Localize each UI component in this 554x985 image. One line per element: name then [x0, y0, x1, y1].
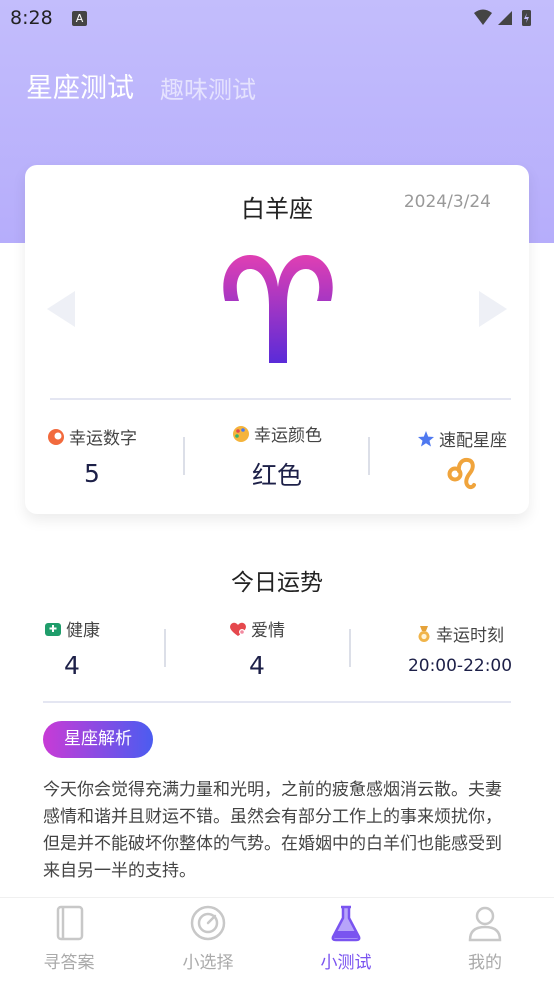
analysis-badge: 星座解析: [43, 721, 153, 758]
sign-card: 白羊座 2024/3/24 幸运数字 5 幸运颜色 红色 速配星座: [25, 165, 529, 514]
nav-label-answers: 寻答案: [43, 953, 95, 973]
lucky-color-label: 幸运颜色: [254, 426, 322, 446]
next-sign-button[interactable]: [479, 291, 507, 327]
book-icon: [56, 905, 84, 941]
palette-icon: [233, 426, 249, 442]
health-label: 健康: [66, 621, 100, 641]
sign-date: 2024/3/24: [403, 192, 491, 212]
lucky-number: 幸运数字 5: [42, 424, 142, 488]
leo-icon: [447, 457, 476, 490]
flask-icon: [331, 905, 361, 942]
flame-icon: [48, 429, 64, 445]
analysis-text: 今天你会觉得充满力量和光明，之前的疲惫感烟消云散。夫妻感情和谐并且财运不错。虽然…: [43, 780, 502, 881]
wifi-icon: [474, 9, 492, 25]
a-box-icon: A: [72, 11, 87, 26]
nav-item-answers[interactable]: 寻答案: [19, 904, 119, 973]
status-time: 8:28: [10, 7, 53, 29]
dial-icon: [190, 905, 226, 941]
lucky-color: 幸运颜色 红色: [217, 421, 337, 492]
lucky-time-value: 20:00-22:00: [407, 656, 513, 676]
section-divider: [43, 701, 511, 703]
nav-label-choice: 小选择: [182, 953, 234, 973]
nav-item-test[interactable]: 小测试: [296, 904, 396, 973]
nav-label-test: 小测试: [320, 953, 372, 973]
stat-separator: [164, 629, 166, 667]
card-divider: [50, 398, 511, 400]
stat-separator: [183, 437, 185, 475]
love-value: 4: [249, 651, 265, 680]
signal-icon: [498, 11, 512, 25]
health-icon: [45, 623, 61, 636]
tab-fun-test[interactable]: 趣味测试: [160, 70, 256, 105]
star-icon: [418, 431, 434, 447]
aries-icon: [223, 255, 333, 363]
lucky-number-value: 5: [84, 459, 100, 488]
prev-sign-button[interactable]: [47, 291, 75, 327]
nav-item-choice[interactable]: 小选择: [158, 904, 258, 973]
love-stat: 爱情 4: [207, 616, 307, 680]
status-bar: 8:28 A: [0, 0, 554, 36]
lucky-color-value: 红色: [251, 461, 302, 490]
nav-item-me[interactable]: 我的: [435, 904, 535, 973]
status-icons: [472, 8, 542, 32]
tab-constellation-test[interactable]: 星座测试: [26, 66, 134, 105]
heart-icon: [230, 622, 246, 636]
stat-separator: [368, 437, 370, 475]
nav-label-me: 我的: [468, 953, 502, 973]
lucky-number-label: 幸运数字: [69, 429, 137, 449]
love-label: 爱情: [251, 621, 285, 641]
lucky-time-label: 幸运时刻: [436, 626, 504, 646]
fortune-title: 今日运势: [231, 570, 323, 596]
bottom-nav: 寻答案 小选择 小测试 我的: [0, 897, 554, 985]
match-sign: 速配星座: [407, 426, 517, 495]
match-sign-label: 速配星座: [439, 431, 507, 451]
lucky-time-stat: 幸运时刻 20:00-22:00: [405, 621, 515, 676]
health-value: 4: [64, 651, 80, 680]
medal-icon: [418, 626, 430, 642]
user-icon: [468, 906, 502, 942]
stat-separator: [349, 629, 351, 667]
health-stat: 健康 4: [22, 616, 122, 680]
